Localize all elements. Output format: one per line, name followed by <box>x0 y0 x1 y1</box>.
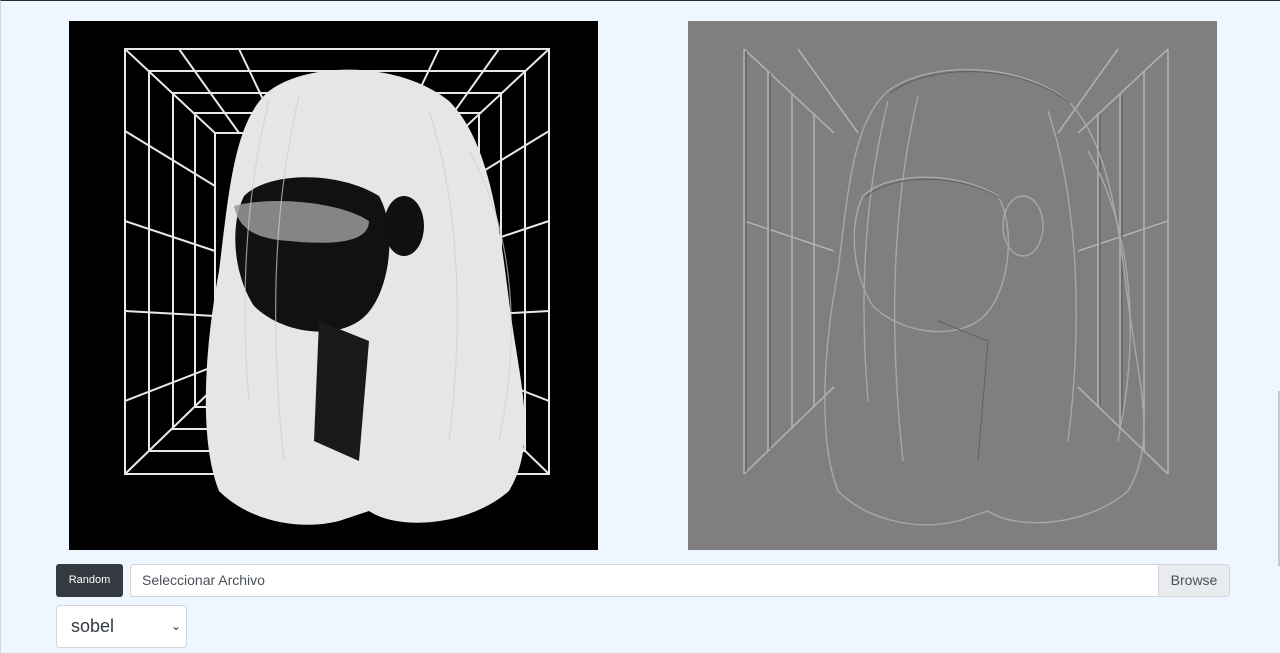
embossed-portrait-image <box>688 21 1217 550</box>
filter-select[interactable]: sobel ⌄ <box>56 605 187 648</box>
original-image <box>69 21 598 550</box>
file-input[interactable]: Seleccionar Archivo Browse <box>130 564 1230 597</box>
filter-select-value: sobel <box>71 616 115 636</box>
portrait-image <box>69 21 598 550</box>
filtered-image <box>688 21 1217 550</box>
random-button[interactable]: Random <box>56 564 123 597</box>
chevron-down-icon: ⌄ <box>170 619 181 633</box>
page: Random Seleccionar Archivo Browse sobel … <box>0 0 1280 653</box>
browse-button[interactable]: Browse <box>1158 565 1229 596</box>
file-input-label[interactable]: Seleccionar Archivo <box>131 565 1158 596</box>
